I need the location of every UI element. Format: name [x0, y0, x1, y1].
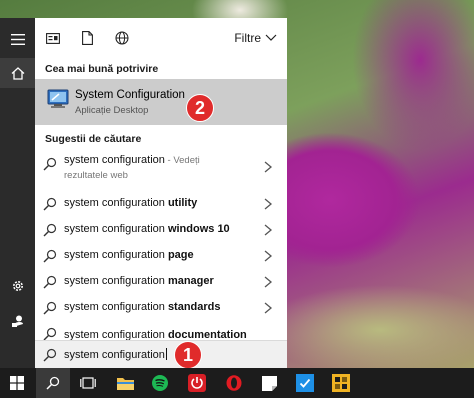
suggestion-text: system configuration — [64, 301, 168, 313]
sticky-notes-icon[interactable] — [252, 368, 286, 398]
search-icon — [43, 157, 57, 171]
search-icon — [43, 327, 57, 340]
suggestion-text: system configuration — [64, 275, 168, 287]
chevron-right-icon — [264, 224, 273, 236]
search-icon — [43, 301, 57, 315]
power-app-icon[interactable] — [180, 368, 214, 398]
search-icon — [43, 197, 57, 211]
start-left-rail — [0, 18, 35, 368]
suggestion-utility[interactable]: system configuration utility — [35, 191, 287, 217]
settings-gear-icon[interactable] — [0, 271, 35, 301]
search-box[interactable]: system configuration — [35, 340, 287, 368]
suggestion-manager[interactable]: system configuration manager — [35, 269, 287, 295]
search-icon — [43, 249, 57, 263]
todo-icon[interactable] — [288, 368, 322, 398]
file-explorer-icon[interactable] — [108, 368, 142, 398]
documents-filter-icon[interactable] — [79, 30, 95, 46]
suggestion-bold: page — [167, 249, 194, 261]
text-caret — [165, 348, 167, 360]
search-suggestions-heading: Sugestii de căutare — [45, 133, 142, 145]
chevron-right-icon — [264, 250, 273, 262]
chevron-right-icon — [264, 198, 273, 210]
chevron-right-icon — [264, 276, 273, 288]
filters-label: Filtre — [234, 31, 261, 45]
chevron-down-icon — [265, 34, 277, 41]
windows-start-icon[interactable] — [0, 368, 34, 398]
search-query-text: system configuration — [64, 349, 165, 361]
search-query-wrap[interactable]: system configuration — [64, 348, 167, 361]
suggestion-standards[interactable]: system configuration standards — [35, 295, 287, 321]
suggestion-web-hint-2: rezultatele web — [64, 170, 128, 181]
suggestion-web-hint: - Vedeți — [164, 155, 200, 166]
filter-bar: Filtre — [35, 18, 287, 58]
best-match-result[interactable]: System Configuration Aplicație Desktop — [35, 79, 287, 125]
suggestion-bold: documentation — [167, 329, 247, 340]
system-configuration-app-icon — [47, 89, 69, 109]
opera-icon[interactable] — [217, 368, 251, 398]
suggestion-windows-10[interactable]: system configuration windows 10 — [35, 217, 287, 243]
menu-hamburger-icon[interactable] — [0, 24, 35, 54]
step-2-badge: 2 — [186, 94, 214, 122]
search-icon — [43, 348, 57, 362]
suggestion-text: system configuration — [64, 249, 168, 261]
suggestion-bold: standards — [167, 301, 221, 313]
chevron-right-icon — [264, 302, 273, 314]
search-icon — [43, 275, 57, 289]
taskbar — [0, 368, 474, 398]
suggestion-text: system configuration — [64, 154, 165, 166]
filters-dropdown[interactable]: Filtre — [234, 31, 277, 45]
apps-filter-icon[interactable] — [45, 30, 61, 46]
chevron-right-icon — [264, 161, 273, 173]
suggestion-web-results[interactable]: system configuration - Vedeți rezultatel… — [35, 151, 287, 185]
home-icon[interactable] — [0, 58, 35, 88]
puzzle-app-icon[interactable] — [324, 368, 358, 398]
task-view-icon[interactable] — [71, 368, 105, 398]
suggestion-page[interactable]: system configuration page — [35, 243, 287, 269]
feedback-user-icon[interactable] — [0, 306, 35, 336]
best-match-title: System Configuration — [75, 89, 185, 101]
suggestion-text: system configuration — [64, 329, 168, 340]
suggestion-bold: manager — [167, 275, 214, 287]
search-icon — [43, 223, 57, 237]
search-results-panel: Filtre Cea mai bună potrivire System Con… — [35, 18, 287, 340]
spotify-icon[interactable] — [143, 368, 177, 398]
suggestion-text: system configuration — [64, 197, 168, 209]
suggestion-bold: utility — [167, 197, 198, 209]
suggestion-text: system configuration — [64, 223, 168, 235]
suggestion-bold: windows 10 — [167, 223, 230, 235]
search-icon[interactable] — [36, 368, 70, 398]
web-filter-globe-icon[interactable] — [114, 30, 130, 46]
best-match-subtitle: Aplicație Desktop — [75, 105, 149, 116]
suggestion-documentation[interactable]: system configuration documentation — [35, 321, 287, 340]
best-match-heading: Cea mai bună potrivire — [45, 63, 159, 75]
step-1-badge: 1 — [174, 341, 202, 369]
